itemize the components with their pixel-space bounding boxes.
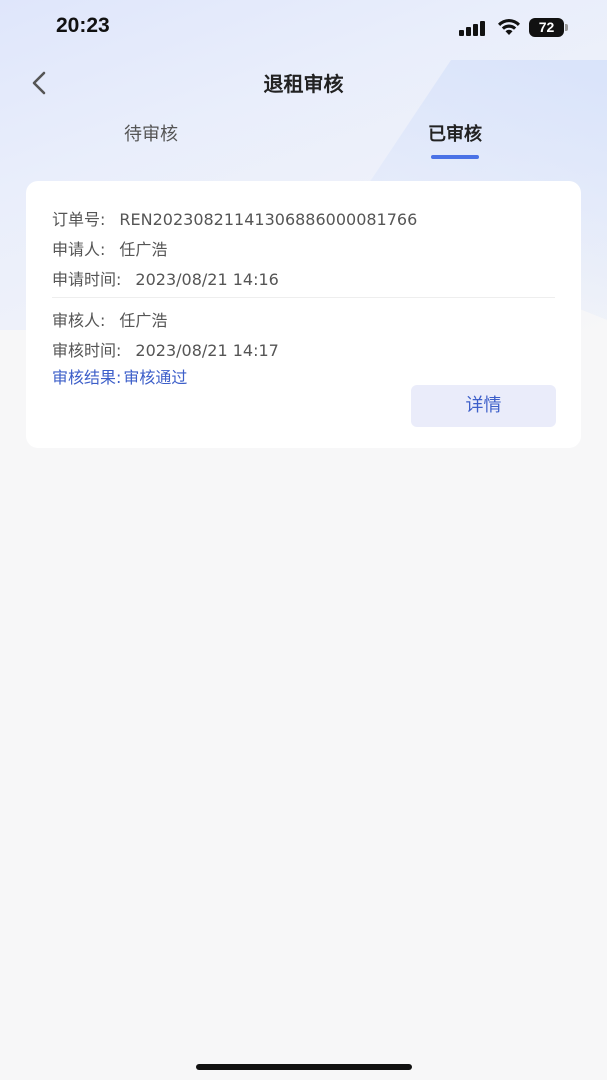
cellular-signal-icon [459, 20, 489, 36]
applicant-label: 申请人: [52, 240, 106, 259]
review-result-value: 审核通过 [123, 368, 188, 387]
applicant-row: 申请人: 任广浩 [52, 236, 167, 260]
apply-time-label: 申请时间: [52, 270, 122, 289]
apply-time-row: 申请时间: 2023/08/21 14:16 [52, 266, 279, 290]
home-indicator [196, 1064, 412, 1070]
reviewer-label: 审核人: [52, 311, 106, 330]
navigation-bar: 退租审核 [0, 56, 607, 106]
review-record-card: 订单号: REN20230821141306886000081766 申请人: 任广… [26, 181, 581, 448]
review-time-row: 审核时间: 2023/08/21 14:17 [52, 337, 279, 361]
reviewer-value: 任广浩 [119, 311, 168, 330]
apply-time-value: 2023/08/21 14:16 [135, 270, 279, 289]
order-number-row: 订单号: REN20230821141306886000081766 [52, 206, 417, 230]
order-number-label: 订单号: [52, 210, 106, 229]
status-time: 20:23 [56, 14, 110, 37]
tab-pending[interactable]: 待审核 [76, 120, 226, 146]
review-result-row: 审核结果: 审核通过 [52, 364, 187, 388]
page-title: 退租审核 [263, 72, 344, 96]
reviewer-row: 审核人: 任广浩 [52, 307, 167, 331]
tab-reviewed[interactable]: 已审核 [380, 120, 530, 146]
order-number-value: REN20230821141306886000081766 [119, 210, 418, 229]
divider [52, 297, 555, 298]
detail-button[interactable]: 详情 [411, 385, 556, 427]
review-time-label: 审核时间: [52, 341, 122, 360]
wifi-icon [498, 18, 520, 35]
active-tab-indicator [431, 155, 479, 159]
review-time-value: 2023/08/21 14:17 [135, 341, 279, 360]
tab-bar: 待审核 已审核 [0, 112, 607, 168]
status-bar: 20:23 72 [0, 0, 607, 56]
applicant-value: 任广浩 [119, 240, 168, 259]
review-result-label: 审核结果: [52, 368, 122, 387]
battery-icon: 72 [529, 18, 564, 37]
battery-tip [565, 24, 568, 31]
